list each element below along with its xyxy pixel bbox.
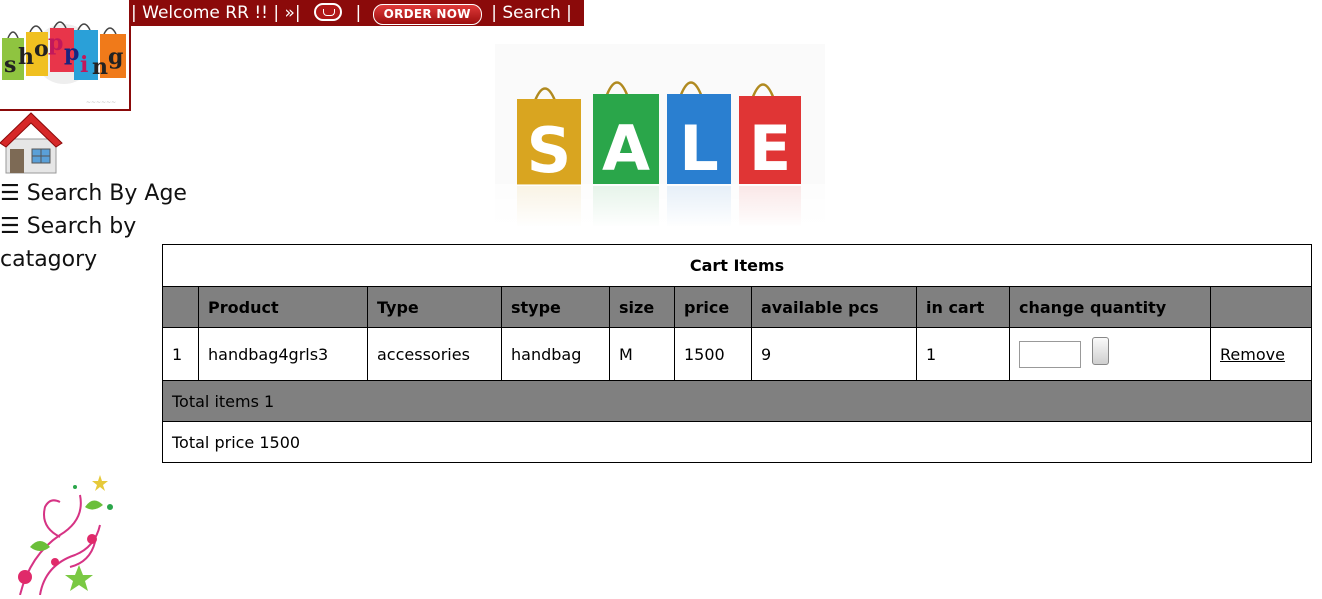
top-nav-bar: | Welcome RR !! | »| | ORDER NOW | Searc… [131,0,584,26]
total-items: Total items 1 [162,380,1312,422]
svg-text:p: p [48,30,63,56]
search-by-age-link[interactable]: ☰ Search By Age [0,177,187,210]
svg-text:S: S [527,114,572,187]
header-remove [1210,286,1312,328]
header-type: Type [367,286,502,328]
cell-change-quantity [1009,327,1211,381]
svg-text:~~~~~~: ~~~~~~ [86,99,116,106]
cell-in-cart: 1 [916,327,1010,381]
cell-product: handbag4grls3 [198,327,368,381]
shopping-bags-logo-icon: s h o p p i n g ~~~~~~ [2,21,126,106]
nav-separator: | [355,3,362,23]
header-change-quantity: change quantity [1009,286,1211,328]
header-product: Product [198,286,368,328]
cell-type: accessories [367,327,502,381]
total-price-row: Total price 1500 [162,421,1312,463]
svg-text:E: E [749,112,791,185]
header-available: available pcs [751,286,917,328]
cell-stype: handbag [501,327,610,381]
welcome-text: | Welcome RR !! | »| [131,3,301,23]
header-stype: stype [501,286,610,328]
svg-text:i: i [80,52,88,78]
search-link[interactable]: | Search | [491,3,572,23]
cart-items-table: Cart Items Product Type stype size price… [162,244,1312,463]
svg-text:A: A [602,112,650,185]
sale-banner: S A L E [495,44,825,228]
floral-decoration [0,467,130,596]
cell-size: M [609,327,675,381]
search-by-category-link[interactable]: ☰ Search by catagory [0,210,160,276]
header-price: price [674,286,752,328]
cell-available: 9 [751,327,917,381]
shopping-logo[interactable]: s h o p p i n g ~~~~~~ [0,0,131,111]
svg-text:L: L [679,112,719,185]
cell-remove: Remove [1210,327,1312,381]
svg-text:o: o [34,36,49,62]
quantity-input[interactable] [1019,340,1081,368]
order-now-button[interactable]: ORDER NOW [372,4,482,25]
header-index [162,286,199,328]
cell-price: 1500 [674,327,752,381]
cell-index: 1 [162,327,199,381]
total-price: Total price 1500 [162,421,1312,463]
update-quantity-button[interactable] [1092,336,1110,365]
svg-text:h: h [18,44,34,70]
table-caption: Cart Items [162,244,1312,287]
svg-text:n: n [92,54,108,80]
svg-text:g: g [108,44,123,70]
header-in-cart: in cart [916,286,1010,328]
remove-link[interactable]: Remove [1220,345,1285,364]
table-header-row: Product Type stype size price available … [162,286,1312,328]
home-icon[interactable] [0,111,64,175]
shopping-cart-icon[interactable] [314,3,343,21]
table-row: 1 handbag4grls3 accessories handbag M 15… [162,327,1312,381]
svg-text:p: p [64,40,79,66]
svg-text:s: s [4,52,16,78]
header-size: size [609,286,675,328]
total-items-row: Total items 1 [162,380,1312,422]
